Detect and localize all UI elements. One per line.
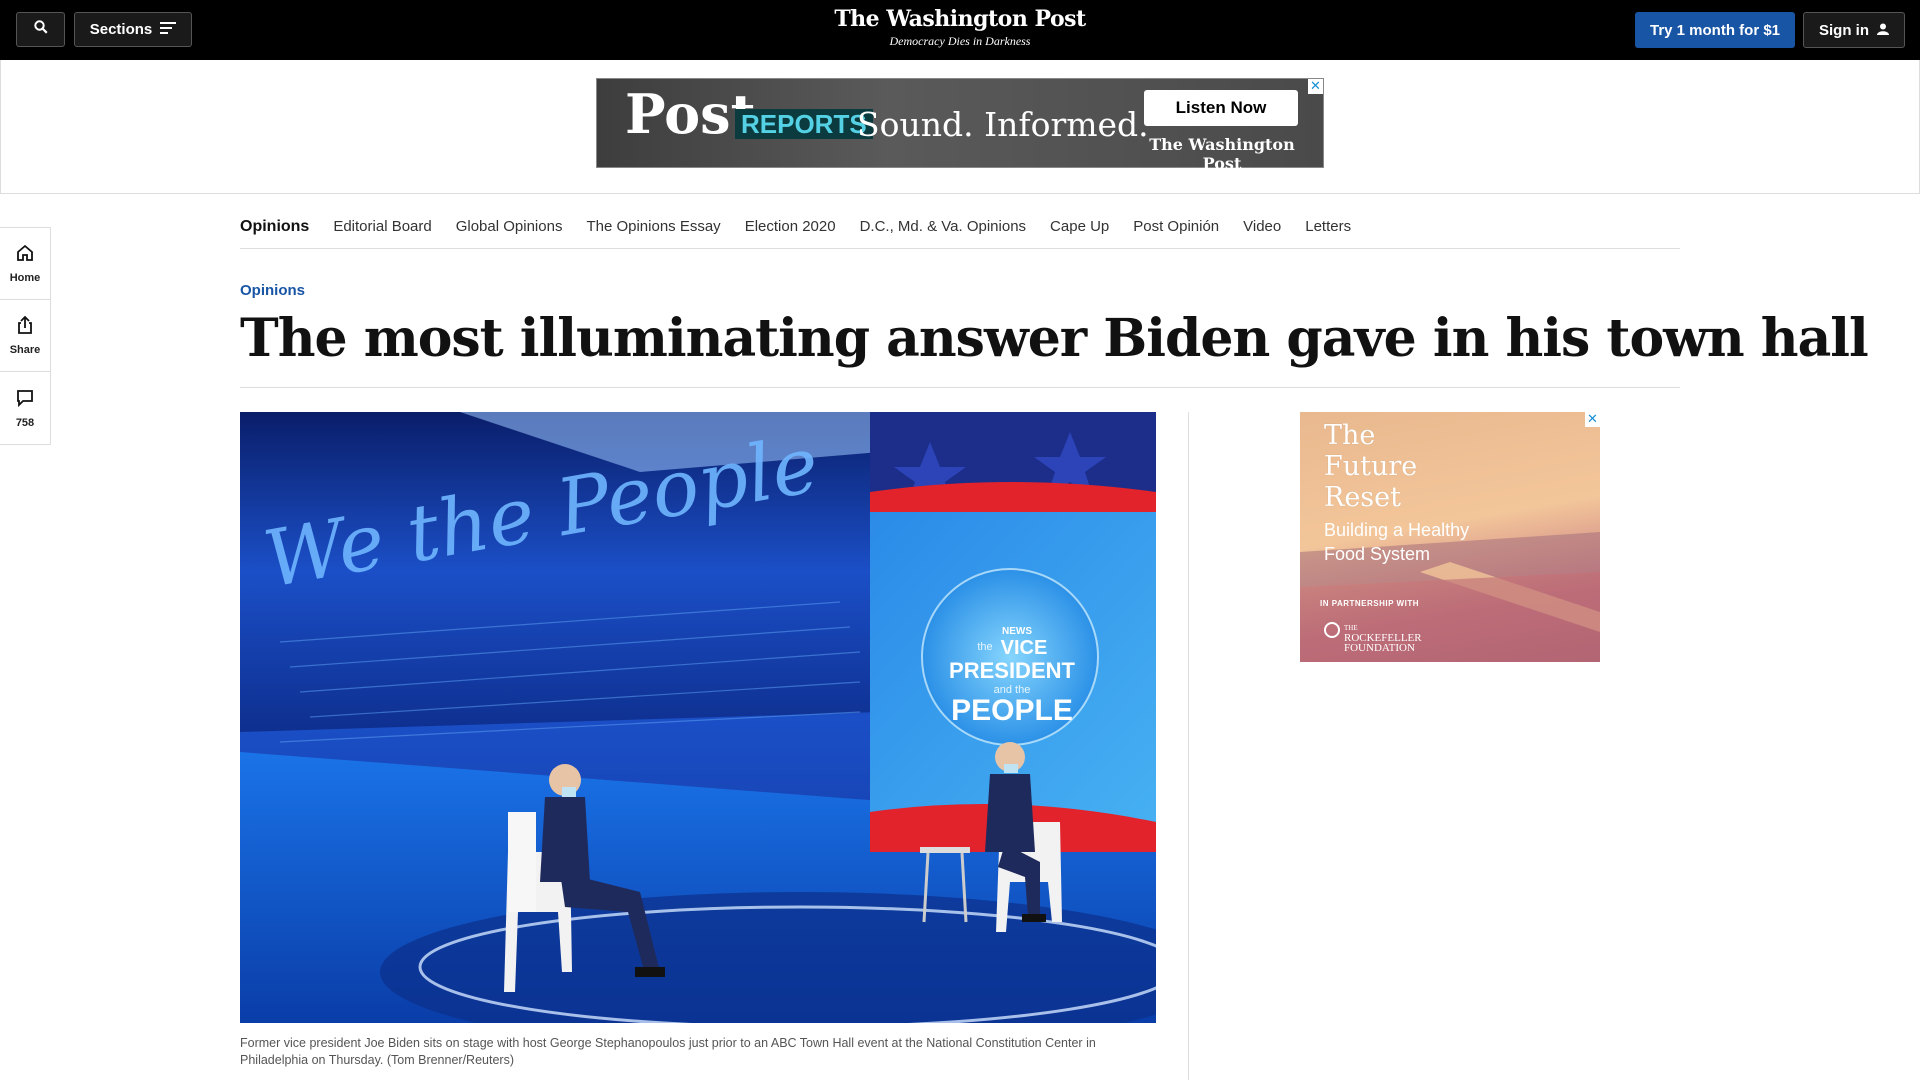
- logo-tagline: Democracy Dies in Darkness: [889, 34, 1031, 48]
- nav-item-editorial-board[interactable]: Editorial Board: [333, 218, 431, 235]
- left-action-rail: Home Share 758: [0, 227, 51, 445]
- lead-photo[interactable]: NEWS the VICE PRESIDENT and the PEOPLE W…: [240, 412, 1156, 1023]
- try-subscription-button[interactable]: Try 1 month for $1: [1635, 12, 1795, 48]
- screen-network-text: NEWS: [1002, 626, 1032, 637]
- ad-subtitle-line2: Food System: [1324, 544, 1431, 564]
- screen-line1: VICE: [1001, 637, 1048, 659]
- nav-item-opinions-essay[interactable]: The Opinions Essay: [586, 218, 720, 235]
- ad-partner-label: IN PARTNERSHIP WITH: [1320, 599, 1419, 608]
- search-button[interactable]: [16, 12, 65, 47]
- nav-item-letters[interactable]: Letters: [1305, 218, 1351, 235]
- screen-line2: PRESIDENT: [949, 658, 1075, 683]
- comment-count: 758: [15, 416, 35, 429]
- sections-button[interactable]: Sections: [74, 12, 192, 47]
- town-hall-stage-image: NEWS the VICE PRESIDENT and the PEOPLE W…: [240, 412, 1156, 1023]
- nav-item-cape-up[interactable]: Cape Up: [1050, 218, 1109, 235]
- opinions-nav: Opinions Editorial Board Global Opinions…: [240, 205, 1680, 249]
- search-icon: [33, 20, 48, 39]
- ad-subtitle-line1: Building a Healthy: [1324, 520, 1470, 540]
- comment-icon: [15, 388, 35, 413]
- nav-item-election-2020[interactable]: Election 2020: [745, 218, 836, 235]
- user-icon: [1877, 22, 1889, 39]
- ad-title-line2: Future: [1324, 451, 1418, 482]
- comments-button[interactable]: 758: [0, 372, 50, 444]
- share-icon: [15, 315, 35, 340]
- ad-foundation-name: THE ROCKEFELLER FOUNDATION: [1344, 623, 1422, 654]
- ad-title-line1: The: [1324, 420, 1376, 451]
- column-divider: [1188, 412, 1189, 1080]
- nav-item-global-opinions[interactable]: Global Opinions: [456, 218, 563, 235]
- menu-icon: [160, 21, 177, 38]
- site-logo[interactable]: The Washington Post Democracy Dies in Da…: [760, 6, 1160, 49]
- share-button[interactable]: Share: [0, 300, 50, 372]
- headline-divider: [240, 387, 1680, 388]
- ad-listen-now-button[interactable]: Listen Now: [1144, 90, 1298, 126]
- future-reset-ad[interactable]: The Future Reset Building a Healthy Food…: [1300, 412, 1600, 662]
- ad-foundation-line2: FOUNDATION: [1344, 642, 1415, 654]
- sign-in-button[interactable]: Sign in: [1803, 12, 1905, 48]
- article-headline: The most illuminating answer Biden gave …: [240, 308, 1869, 369]
- top-bar: Sections The Washington Post Democracy D…: [0, 0, 1920, 60]
- home-icon: [15, 243, 35, 268]
- foundation-seal-icon: [1324, 622, 1340, 638]
- home-button[interactable]: Home: [0, 228, 50, 300]
- screen-line3: PEOPLE: [951, 694, 1073, 727]
- ad-slogan: Sound. Informed.: [857, 105, 1149, 144]
- ad-title: The Future Reset: [1324, 420, 1417, 513]
- nav-item-opinions[interactable]: Opinions: [240, 218, 309, 236]
- ad-title-line3: Reset: [1324, 482, 1401, 513]
- ad-brand: The Washington Post: [1149, 135, 1295, 173]
- nav-item-dc-md-va[interactable]: D.C., Md. & Va. Opinions: [860, 218, 1026, 235]
- sections-label: Sections: [89, 21, 153, 38]
- nav-item-post-opinion[interactable]: Post Opinión: [1133, 218, 1219, 235]
- ad-reports-label: REPORTS: [735, 109, 873, 139]
- home-label: Home: [9, 272, 41, 284]
- sign-in-label: Sign in: [1819, 21, 1869, 39]
- post-reports-ad[interactable]: Post REPORTS Sound. Informed. Listen Now…: [596, 78, 1324, 173]
- ad-close-icon[interactable]: ✕: [1308, 79, 1323, 94]
- share-label: Share: [9, 344, 41, 356]
- article-kicker[interactable]: Opinions: [240, 282, 305, 299]
- nav-item-video[interactable]: Video: [1243, 218, 1281, 235]
- ad-subtitle: Building a Healthy Food System: [1324, 518, 1469, 566]
- photo-caption: Former vice president Joe Biden sits on …: [240, 1036, 1096, 1067]
- screen-small-text: the: [977, 641, 992, 653]
- logo-name: The Washington Post: [834, 6, 1086, 32]
- ad-close-icon[interactable]: ✕: [1585, 412, 1600, 427]
